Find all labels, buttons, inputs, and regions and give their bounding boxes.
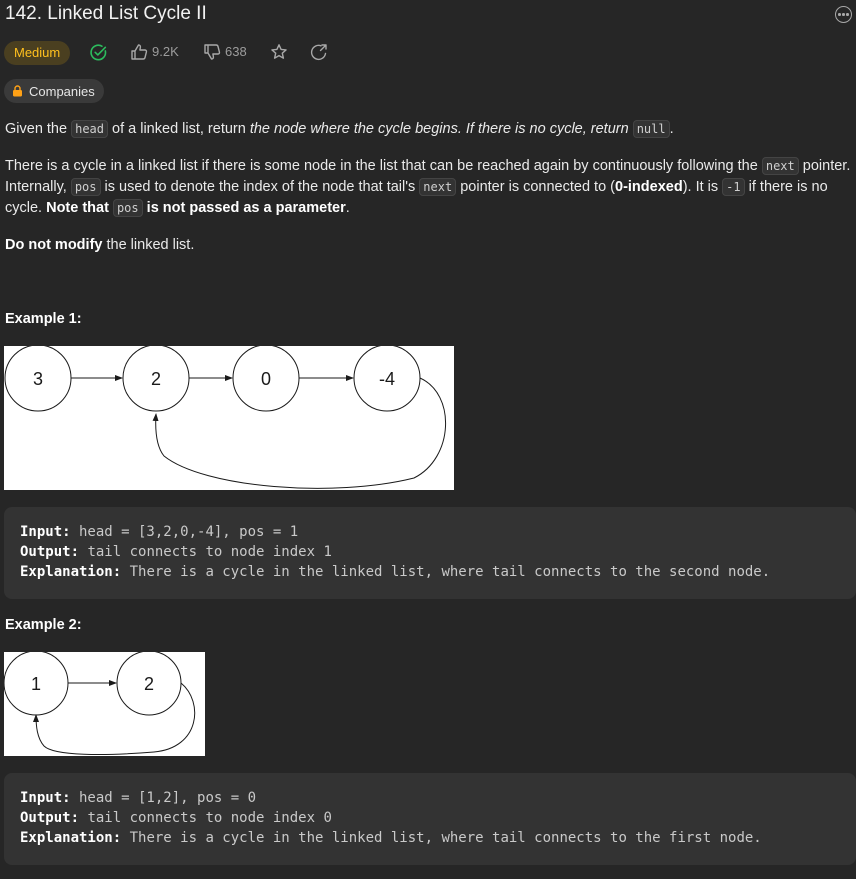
example-2-diagram: 1 2 [4, 652, 205, 756]
output-value: tail connects to node index 1 [79, 544, 332, 560]
output-label: Output: [20, 810, 80, 826]
text: of a linked list, return [108, 121, 250, 137]
input-label: Input: [20, 524, 71, 540]
bold-text: is not passed as a parameter [142, 200, 346, 216]
text: . [345, 200, 350, 216]
star-icon[interactable] [270, 43, 288, 61]
likes-count: 9.2K [152, 44, 179, 59]
problem-title: 142. Linked List Cycle II [5, 3, 207, 24]
bold-text: Do not modify [5, 237, 103, 253]
node-label: 0 [261, 369, 271, 389]
check-circle-icon [90, 44, 107, 61]
explanation-label: Explanation: [20, 564, 122, 580]
text: Given the [5, 121, 72, 137]
code-next: next [761, 157, 799, 175]
share-icon[interactable] [310, 43, 328, 61]
description-paragraph-2-line-2: Internally, pos is used to denote the in… [5, 177, 828, 198]
input-value: head = [3,2,0,-4], pos = 1 [70, 524, 299, 540]
text: if there is no [744, 179, 828, 195]
text: cycle. [5, 200, 47, 216]
text: . [669, 121, 674, 137]
text: ). It is [682, 179, 723, 195]
thumbs-down-icon[interactable] [203, 43, 221, 61]
input-value: head = [1,2], pos = 0 [70, 790, 257, 806]
code-next: next [419, 178, 457, 196]
explanation-value: There is a cycle in the linked list, whe… [121, 830, 762, 846]
difficulty-badge: Medium [4, 40, 71, 65]
input-label: Input: [20, 790, 71, 806]
example-1-title: Example 1: [5, 311, 82, 327]
lock-icon [13, 85, 22, 97]
dislikes-count: 638 [225, 44, 247, 59]
output-value: tail connects to node index 0 [79, 810, 332, 826]
example-2-title: Example 2: [5, 617, 82, 633]
bold-text: Note that [46, 200, 113, 216]
node-label: -4 [379, 369, 395, 389]
code-pos: pos [112, 199, 143, 217]
text: pointer. [798, 158, 851, 174]
thumbs-up-icon[interactable] [130, 43, 148, 61]
text: is used to denote the index of the node … [100, 179, 420, 195]
node-label: 1 [31, 674, 41, 694]
description-paragraph-3: Do not modify the linked list. [5, 235, 194, 256]
code-minus-one: -1 [722, 178, 745, 196]
node-label: 2 [144, 674, 154, 694]
example-1-diagram: 3 2 0 -4 [4, 346, 454, 490]
explanation-value: There is a cycle in the linked list, whe… [121, 564, 771, 580]
code-head: head [71, 120, 108, 138]
code-pos: pos [70, 178, 101, 196]
bold-text: 0-indexed [615, 179, 683, 195]
explanation-label: Explanation: [20, 830, 122, 846]
example-2-io-block: Input: head = [1,2], pos = 0 Output: tai… [4, 773, 856, 865]
emphasis-text: the node where the cycle begins. If ther… [249, 121, 633, 137]
description-paragraph-2-line-3: cycle. Note that pos is not passed as a … [5, 198, 350, 219]
text: the linked list. [102, 237, 195, 253]
node-label: 2 [151, 369, 161, 389]
text: pointer is connected to ( [456, 179, 615, 195]
example-1-io-block: Input: head = [3,2,0,-4], pos = 1 Output… [4, 507, 856, 599]
description-paragraph-1: Given the head of a linked list, return … [5, 119, 674, 140]
problem-meta-row: Medium [4, 40, 71, 65]
companies-label: Companies [29, 83, 95, 99]
companies-button[interactable]: Companies [4, 79, 104, 103]
text: There is a cycle in a linked list if the… [5, 158, 762, 174]
description-paragraph-2-line-1: There is a cycle in a linked list if the… [5, 156, 850, 177]
more-icon[interactable] [835, 6, 852, 23]
text: Internally, [5, 179, 71, 195]
output-label: Output: [20, 544, 80, 560]
node-label: 3 [33, 369, 43, 389]
code-null: null [632, 120, 670, 138]
